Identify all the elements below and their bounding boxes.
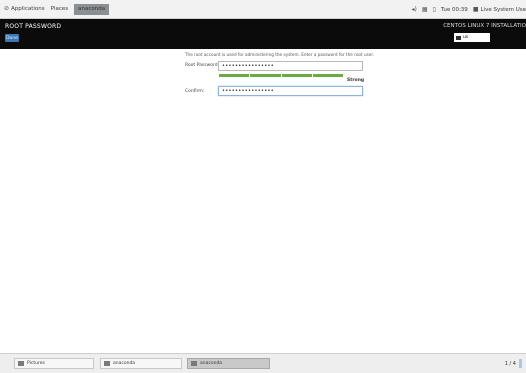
places-label: Places xyxy=(50,6,69,12)
battery-icon[interactable]: ▯ xyxy=(433,6,436,13)
top-panel: ⊘ Applications Places anaconda ◂) ▦ ▯ Tu… xyxy=(0,0,526,19)
keyboard-layout-indicator[interactable]: us xyxy=(454,33,490,42)
taskbar-pictures[interactable]: Pictures xyxy=(14,358,94,369)
page-title: ROOT PASSWORD xyxy=(5,23,62,30)
keyboard-layout-label: us xyxy=(463,35,469,40)
strength-segment xyxy=(281,74,312,77)
workspace-indicator xyxy=(519,359,522,368)
anaconda-task-label: anaconda xyxy=(78,6,106,12)
user-icon: ■ xyxy=(472,5,479,13)
installer-icon xyxy=(191,361,197,366)
applications-menu[interactable]: ⊘ Applications xyxy=(4,5,45,13)
confirm-password-field[interactable]: •••••••••••••••• xyxy=(218,86,363,96)
strength-label: Strong xyxy=(347,78,365,83)
strength-segment xyxy=(250,74,281,77)
task-label: anaconda xyxy=(113,361,136,366)
done-button[interactable]: Done xyxy=(5,34,19,42)
network-icon[interactable]: ▦ xyxy=(422,6,428,13)
terminal-icon xyxy=(104,361,110,366)
workspace-switcher[interactable]: 1 / 4 xyxy=(505,359,522,368)
strength-segment xyxy=(312,74,343,77)
taskbar-anaconda-2[interactable]: anaconda xyxy=(187,358,270,369)
volume-icon[interactable]: ◂) xyxy=(411,6,416,13)
user-label: Live System Use xyxy=(480,6,526,13)
confirm-label: Confirm: xyxy=(185,89,205,94)
install-title: CENTOS LINUX 7 INSTALLATIO xyxy=(443,23,526,29)
task-label: anaconda xyxy=(200,361,223,366)
bottom-panel: Pictures anaconda anaconda 1 / 4 xyxy=(0,353,526,373)
taskbar-anaconda-1[interactable]: anaconda xyxy=(100,358,182,369)
user-menu[interactable]: ■ Live System Use xyxy=(472,5,526,13)
applications-label: Applications xyxy=(11,6,45,12)
gnome-foot-icon: ⊘ xyxy=(4,5,10,12)
strength-segment xyxy=(219,74,250,77)
folder-icon xyxy=(18,361,24,366)
root-password-label: Root Password: xyxy=(185,63,220,68)
clock[interactable]: Tue 00:39 xyxy=(441,7,468,13)
task-label: Pictures xyxy=(27,361,45,366)
places-menu[interactable]: Places xyxy=(51,6,69,12)
password-strength-bar xyxy=(219,74,343,77)
workspace-label: 1 / 4 xyxy=(504,360,516,367)
taskbar-anaconda-top[interactable]: anaconda xyxy=(74,3,110,15)
spoke-header: ROOT PASSWORD Done CENTOS LINUX 7 INSTAL… xyxy=(0,19,526,49)
root-password-field[interactable]: •••••••••••••••• xyxy=(218,61,363,71)
keyboard-icon xyxy=(456,35,461,40)
intro-text: The root account is used for administeri… xyxy=(185,52,375,57)
